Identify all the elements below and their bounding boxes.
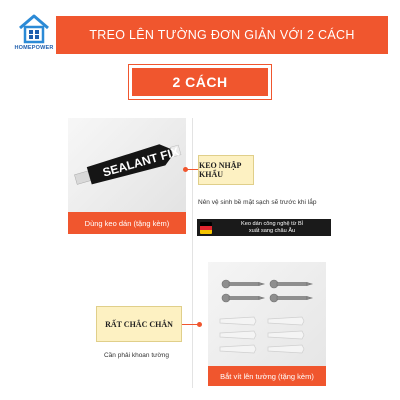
screw-pointer-dot xyxy=(197,322,202,327)
glue-caption: Dùng keo dán (tặng kèm) xyxy=(84,218,170,228)
homepower-logo: HOMEPOWER xyxy=(10,14,58,54)
cleaning-note: Nên vệ sinh bề mặt sạch sẽ trước khi lắp xyxy=(198,199,317,206)
methods-label: 2 CÁCH xyxy=(172,74,228,90)
glue-caption-box: Dùng keo dán (tặng kèm) xyxy=(68,212,186,234)
glue-pointer-line xyxy=(186,169,198,170)
origin-line-2: xuất sang châu Âu xyxy=(248,227,296,234)
screws-anchors-image xyxy=(208,262,326,366)
sealant-tube-image: SEALANT FIX xyxy=(68,118,186,212)
very-sturdy-label: RẤT CHẮC CHẮN xyxy=(105,319,173,329)
product-brand-text: SEALANT FIX xyxy=(101,144,180,179)
center-divider xyxy=(192,118,193,388)
methods-badge: 2 CÁCH xyxy=(128,64,272,100)
screw-pointer-line xyxy=(182,324,198,325)
page-title-banner: TREO LÊN TƯỜNG ĐƠN GIẢN VỚI 2 CÁCH xyxy=(56,16,388,54)
screw-caption: Bắt vít lên tường (tặng kèm) xyxy=(220,371,314,381)
imported-glue-label: KEO NHẬP KHẨU xyxy=(199,161,242,179)
screw-caption-box: Bắt vít lên tường (tặng kèm) xyxy=(208,366,326,386)
screws-icon xyxy=(219,279,314,354)
very-sturdy-tag: RẤT CHẮC CHẮN xyxy=(96,306,182,342)
origin-badge: Keo dán công nghệ từ Bỉ xuất sang châu Â… xyxy=(197,219,331,236)
logo-text: HOMEPOWER xyxy=(14,45,54,51)
sealant-tube-icon: SEALANT FIX xyxy=(74,144,182,185)
page-title: TREO LÊN TƯỜNG ĐƠN GIẢN VỚI 2 CÁCH xyxy=(89,28,355,42)
imported-glue-tag: KEO NHẬP KHẨU xyxy=(198,155,254,185)
drill-note: Cần phải khoan tường xyxy=(104,352,169,359)
house-icon xyxy=(19,14,49,44)
germany-flag-icon xyxy=(200,221,212,234)
